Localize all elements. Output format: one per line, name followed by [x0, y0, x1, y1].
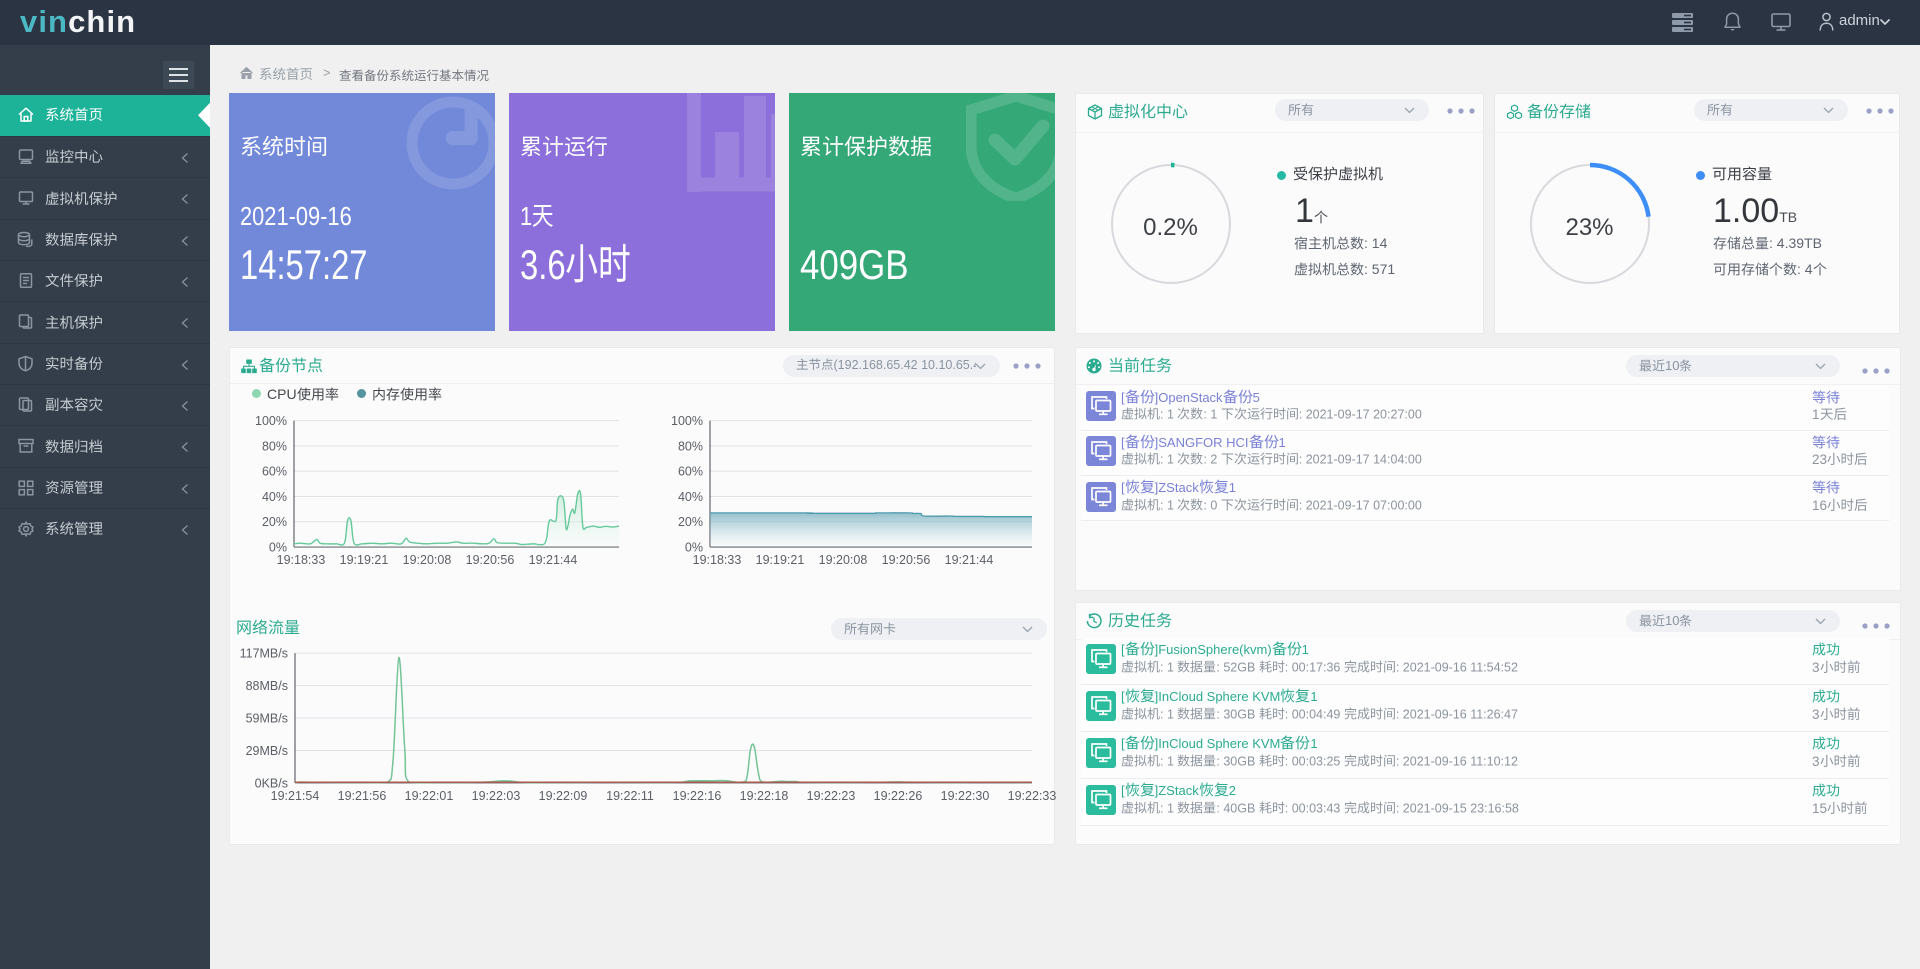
- svg-text:19:20:08: 19:20:08: [819, 553, 868, 567]
- svg-text:19:18:33: 19:18:33: [693, 553, 742, 567]
- svg-text:19:19:21: 19:19:21: [756, 553, 805, 567]
- svg-text:19:22:01: 19:22:01: [405, 789, 454, 803]
- svg-text:19:20:08: 19:20:08: [403, 553, 452, 567]
- svg-text:60%: 60%: [262, 465, 287, 479]
- svg-text:19:21:44: 19:21:44: [529, 553, 578, 567]
- svg-text:80%: 80%: [678, 439, 703, 453]
- svg-text:19:20:56: 19:20:56: [466, 553, 515, 567]
- svg-text:19:22:18: 19:22:18: [740, 789, 789, 803]
- svg-text:117MB/s: 117MB/s: [240, 647, 288, 661]
- svg-text:19:19:21: 19:19:21: [340, 553, 389, 567]
- svg-text:20%: 20%: [262, 515, 287, 529]
- svg-text:19:22:16: 19:22:16: [673, 789, 722, 803]
- svg-text:19:22:33: 19:22:33: [1008, 789, 1057, 803]
- svg-text:40%: 40%: [262, 490, 287, 504]
- svg-text:19:22:09: 19:22:09: [539, 789, 588, 803]
- svg-text:19:22:11: 19:22:11: [606, 789, 654, 803]
- svg-text:19:22:30: 19:22:30: [941, 789, 990, 803]
- svg-text:19:21:54: 19:21:54: [271, 789, 320, 803]
- svg-text:19:21:56: 19:21:56: [338, 789, 387, 803]
- svg-text:19:22:26: 19:22:26: [874, 789, 923, 803]
- svg-text:19:22:03: 19:22:03: [472, 789, 521, 803]
- svg-text:19:20:56: 19:20:56: [882, 553, 931, 567]
- svg-text:29MB/s: 29MB/s: [246, 744, 288, 758]
- svg-text:20%: 20%: [678, 515, 703, 529]
- svg-text:59MB/s: 59MB/s: [246, 712, 288, 726]
- svg-text:88MB/s: 88MB/s: [246, 679, 288, 693]
- svg-text:100%: 100%: [255, 414, 287, 428]
- svg-text:80%: 80%: [262, 439, 287, 453]
- svg-text:40%: 40%: [678, 490, 703, 504]
- svg-text:19:21:44: 19:21:44: [945, 553, 994, 567]
- svg-text:60%: 60%: [678, 465, 703, 479]
- svg-text:19:22:23: 19:22:23: [807, 789, 856, 803]
- svg-text:19:18:33: 19:18:33: [277, 553, 326, 567]
- svg-text:100%: 100%: [671, 414, 703, 428]
